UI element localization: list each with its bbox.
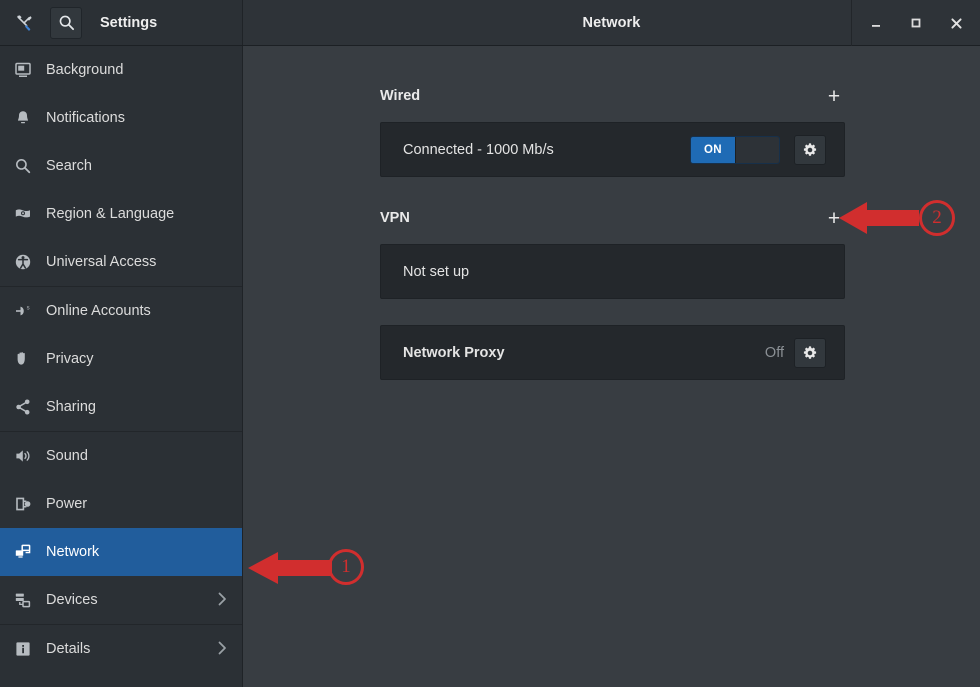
close-icon [950,17,962,29]
svg-text:s: s [27,305,30,311]
network-proxy-state: Off [764,344,784,361]
search-icon [14,155,40,177]
sidebar-item-label: Sound [46,448,88,464]
sidebar-item-network[interactable]: Network [0,528,242,576]
sidebar-item-label: Network [46,544,100,560]
sidebar-item-region-language[interactable]: Region & Language [0,190,242,238]
wired-section: Wired + Connected - 1000 Mb/s ON [380,82,845,177]
network-settings-panel: Wired + Connected - 1000 Mb/s ON VPN + N… [244,46,980,687]
vpn-status-label: Not set up [403,263,470,280]
titlebar-left-pane: Settings [0,0,243,45]
sidebar-item-online-accounts[interactable]: s Online Accounts [0,287,242,335]
maximize-icon [911,18,921,28]
vpn-status-row[interactable]: Not set up [380,244,845,299]
sidebar-item-notifications[interactable]: Notifications [0,94,242,142]
annotation-marker-2-label: 2 [932,207,942,228]
wired-toggle[interactable]: ON [690,135,780,164]
sidebar-item-search[interactable]: Search [0,142,242,190]
sidebar-item-label: Background [46,62,124,78]
sidebar-item-label: Region & Language [46,206,175,222]
sidebar-item-label: Search [46,158,92,174]
network-proxy-label: Network Proxy [403,344,505,361]
flag-language-icon [14,203,40,225]
window-titlebar: Settings Network [0,0,980,46]
wired-connection-label: Connected - 1000 Mb/s [403,141,554,158]
annotation-marker-1-label: 1 [341,556,351,577]
sidebar-item-privacy[interactable]: Privacy [0,335,242,383]
sidebar-item-power[interactable]: Power [0,480,242,528]
power-plug-icon [14,493,40,515]
settings-window: Settings Network Background Notification… [0,0,980,687]
maximize-button[interactable] [896,6,936,40]
app-title: Settings [100,14,158,31]
accessibility-icon [14,251,40,273]
chevron-right-icon [217,591,228,610]
minimize-icon [872,25,880,27]
vpn-section-title: VPN [380,210,410,226]
display-picture-icon [14,59,40,81]
search-button[interactable] [50,6,82,39]
sidebar-item-label: Sharing [46,399,96,415]
wired-connection-row[interactable]: Connected - 1000 Mb/s ON [380,122,845,177]
sidebar-item-devices[interactable]: Devices [0,576,242,624]
sidebar-item-sound[interactable]: Sound [0,432,242,480]
wired-section-header: Wired + [380,82,845,110]
speaker-icon [14,445,40,467]
sidebar-item-label: Notifications [46,110,125,126]
chevron-right-icon [217,640,228,659]
share-nodes-icon [14,396,40,418]
sidebar-item-label: Devices [46,592,98,608]
online-accounts-icon: s [14,300,40,322]
vpn-section-header: VPN + [380,204,845,232]
sidebar-item-label: Details [46,641,91,657]
tools-icon[interactable] [8,7,40,39]
wired-section-title: Wired [380,88,421,104]
sidebar-item-label: Privacy [46,351,94,367]
annotation-marker-1: 1 [328,549,364,585]
wired-toggle-on-label: ON [691,136,735,163]
network-proxy-row[interactable]: Network Proxy Off [380,325,845,380]
minimize-button[interactable] [856,6,896,40]
network-icon [14,541,40,563]
sidebar-item-label: Online Accounts [46,303,151,319]
sidebar-item-background[interactable]: Background [0,46,242,94]
network-proxy-settings-button[interactable] [794,337,826,368]
sidebar-item-details[interactable]: Details [0,625,242,673]
sidebar-item-universal-access[interactable]: Universal Access [0,238,242,286]
search-icon [59,15,74,31]
sidebar-item-label: Power [46,496,88,512]
settings-sidebar[interactable]: Background Notifications Search Region &… [0,46,243,687]
gear-icon [803,142,817,156]
devices-icon [14,589,40,611]
network-proxy-section: Network Proxy Off [380,325,845,380]
close-button[interactable] [936,6,976,40]
annotation-marker-2: 2 [919,200,955,236]
gear-icon [803,345,817,359]
vpn-section: VPN + Not set up [380,204,845,299]
sidebar-item-label: Universal Access [46,254,157,270]
bell-icon [14,107,40,129]
titlebar-right-pane: Network [243,0,980,46]
wired-settings-button[interactable] [794,134,826,165]
sidebar-item-sharing[interactable]: Sharing [0,383,242,431]
vpn-add-button[interactable]: + [823,207,845,229]
hand-privacy-icon [14,348,40,370]
wired-toggle-off-track [734,136,779,163]
info-icon [14,638,40,660]
window-controls [851,0,980,46]
wired-add-button[interactable]: + [823,85,845,107]
